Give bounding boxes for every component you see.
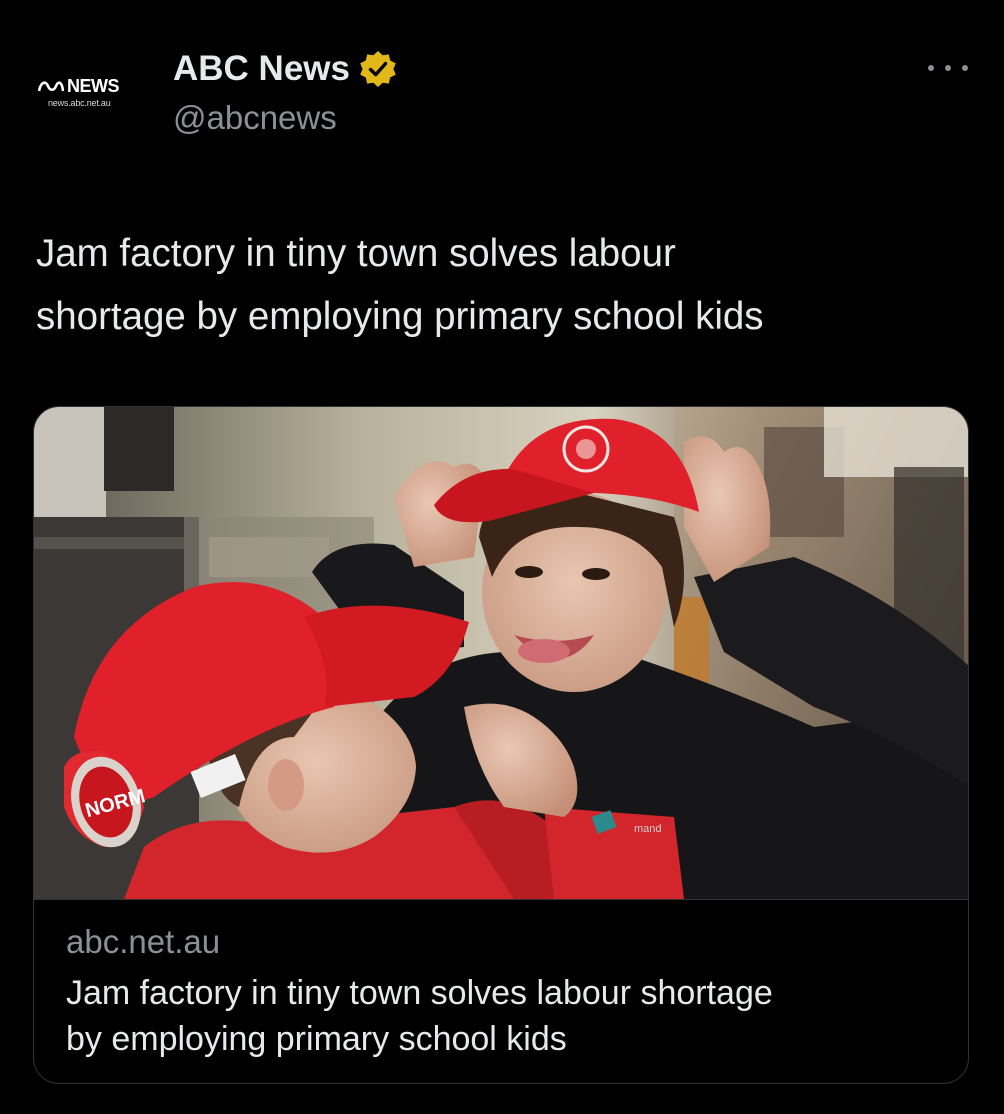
dot-icon <box>945 65 951 71</box>
abc-logo-icon <box>38 80 64 91</box>
avatar[interactable]: NEWS news.abc.net.au <box>38 62 156 122</box>
verified-badge-icon <box>360 51 396 87</box>
author-name-row[interactable]: ABC News <box>173 48 398 90</box>
author-display-name[interactable]: ABC News <box>173 48 350 90</box>
link-preview-card[interactable]: NORM mand abc.net.au Jam factory in tiny… <box>33 406 969 1084</box>
dot-icon <box>928 65 934 71</box>
card-domain: abc.net.au <box>66 923 221 960</box>
avatar-brand: NEWS <box>67 75 120 96</box>
author-handle[interactable]: @abcnews <box>173 98 337 138</box>
more-options-icon[interactable] <box>928 60 968 76</box>
tweet-text: Jam factory in tiny town solves labour s… <box>36 232 764 338</box>
card-title[interactable]: Jam factory in tiny town solves labour s… <box>66 970 946 1062</box>
jacket-brand-text: mand <box>634 823 662 835</box>
abc-logo: NEWS <box>38 75 120 96</box>
avatar-url: news.abc.net.au <box>48 97 111 108</box>
dot-icon <box>962 65 968 71</box>
card-meta[interactable]: abc.net.au Jam factory in tiny town solv… <box>34 899 968 1083</box>
card-image[interactable]: NORM mand <box>34 407 969 899</box>
